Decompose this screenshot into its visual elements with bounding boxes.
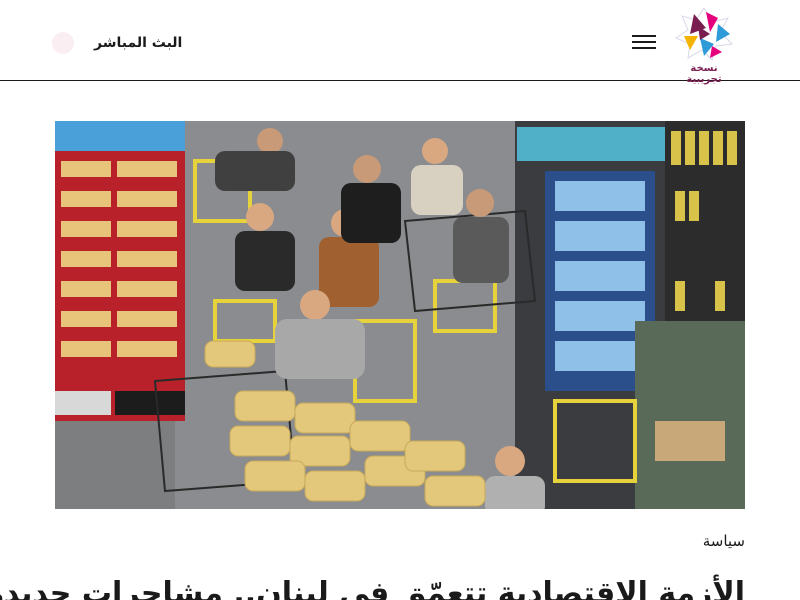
menu-button[interactable] xyxy=(628,30,660,54)
station-logo-icon xyxy=(674,7,734,61)
live-dot-icon xyxy=(52,32,74,54)
article-headline[interactable]: الأزمة الاقتصادية تتعمّق في لبنان.. مشاج… xyxy=(0,572,745,600)
article-hero-image[interactable] xyxy=(55,121,745,509)
site-header: نسخة تجريبية البث المباشر xyxy=(0,0,800,85)
live-stream-label: البث المباشر xyxy=(94,35,183,51)
hamburger-menu-icon xyxy=(632,35,656,37)
site-logo[interactable]: نسخة تجريبية xyxy=(672,6,736,85)
hamburger-line xyxy=(632,41,656,43)
article-category[interactable]: سياسة xyxy=(703,532,745,550)
live-stream-link[interactable]: البث المباشر xyxy=(52,30,182,56)
hamburger-line xyxy=(632,47,656,49)
logo-caption: نسخة تجريبية xyxy=(686,63,722,85)
supermarket-photo xyxy=(55,121,745,509)
